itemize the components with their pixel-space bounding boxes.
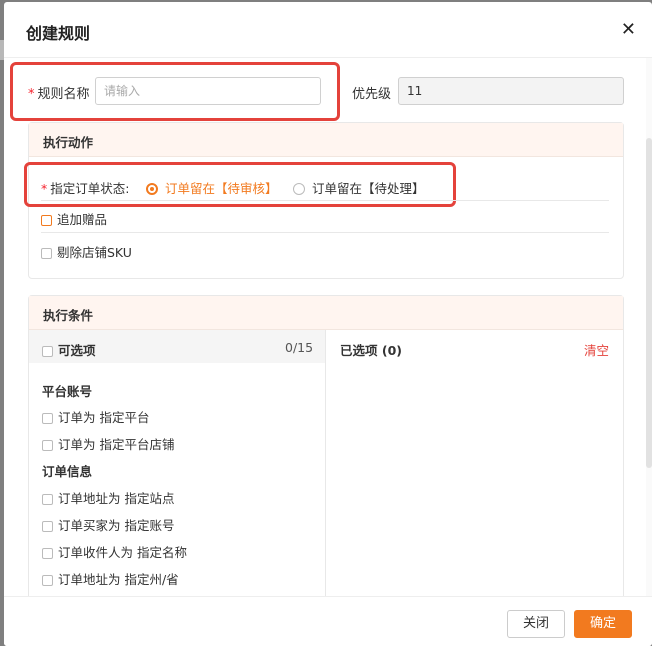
condition-item-platform[interactable]: 订单为 指定平台: [42, 407, 149, 426]
status-label-text: 指定订单状态:: [50, 181, 130, 196]
priority-label: 优先级: [352, 87, 392, 102]
select-all-checkbox-icon: [42, 346, 53, 357]
close-button[interactable]: 关闭: [507, 610, 565, 638]
group-title-platform: 平台账号: [42, 384, 93, 399]
close-icon[interactable]: ✕: [621, 21, 636, 39]
clear-link[interactable]: 清空: [584, 340, 609, 359]
checkbox-icon: [42, 521, 53, 532]
checkbox-remove-sku[interactable]: 剔除店铺SKU: [41, 242, 132, 261]
rule-name-input[interactable]: [95, 77, 321, 105]
condition-item-site[interactable]: 订单地址为 指定站点: [42, 488, 174, 507]
rule-name-label-text: 规则名称: [37, 87, 90, 102]
available-header[interactable]: 可选项: [42, 340, 96, 359]
checkbox-icon: [42, 494, 53, 505]
condition-item-state[interactable]: 订单地址为 指定州/省: [42, 569, 179, 588]
divider: [41, 200, 609, 201]
condition-item-buyer[interactable]: 订单买家为 指定账号: [42, 515, 174, 534]
condition-item-recipient[interactable]: 订单收件人为 指定名称: [42, 542, 187, 561]
condition-item-label: 订单地址为 指定州/省: [58, 572, 179, 587]
group-title-order-info: 订单信息: [42, 464, 93, 479]
checkbox-add-gift[interactable]: 追加赠品: [41, 209, 107, 228]
checkbox-icon: [42, 440, 53, 451]
create-rule-dialog: 创建规则 ✕ *规则名称 优先级 执行动作 *指定订单状态: 订单留在【待审核】…: [4, 2, 652, 646]
condition-item-label: 订单买家为 指定账号: [58, 518, 175, 533]
available-count: 0/15: [285, 340, 314, 355]
checkbox-icon: [42, 548, 53, 559]
status-option-label: 订单留在【待处理】: [312, 181, 425, 196]
checkbox-label: 剔除店铺SKU: [57, 245, 132, 260]
condition-item-label: 订单收件人为 指定名称: [58, 545, 187, 560]
condition-item-label: 订单地址为 指定站点: [58, 491, 175, 506]
condition-section-title: 执行条件: [29, 296, 623, 330]
required-asterisk: *: [41, 181, 48, 196]
dialog-title: 创建规则: [26, 24, 91, 43]
radio-selected-icon: [146, 183, 158, 195]
confirm-button[interactable]: 确定: [574, 610, 632, 638]
rule-name-label: * 规则名称: [28, 83, 90, 102]
condition-item-label: 订单为 指定平台店铺: [58, 437, 175, 452]
panel-separator: [325, 330, 326, 596]
condition-item-platform-shop[interactable]: 订单为 指定平台店铺: [42, 434, 174, 453]
checkbox-icon: [42, 575, 53, 586]
action-section-title: 执行动作: [29, 123, 623, 157]
checkbox-icon: [42, 413, 53, 424]
status-option-pending-review[interactable]: 订单留在【待审核】: [146, 178, 278, 197]
required-asterisk: *: [28, 87, 35, 102]
checkbox-icon: [41, 215, 52, 226]
scrollbar-thumb[interactable]: [646, 138, 652, 468]
available-header-label: 可选项: [58, 343, 96, 358]
condition-item-label: 订单为 指定平台: [58, 410, 150, 425]
checkbox-icon: [41, 248, 52, 259]
checkbox-label: 追加赠品: [57, 212, 108, 227]
radio-unselected-icon: [293, 183, 305, 195]
status-label: * 指定订单状态:: [41, 178, 129, 197]
dialog-scrollbar[interactable]: [646, 58, 652, 596]
divider: [41, 232, 609, 233]
status-option-pending-process[interactable]: 订单留在【待处理】: [293, 178, 425, 197]
status-option-label: 订单留在【待审核】: [165, 181, 278, 196]
selected-header: 已选项 (0): [340, 343, 402, 358]
dialog-header: 创建规则 ✕: [4, 2, 652, 58]
priority-input[interactable]: [398, 77, 624, 105]
